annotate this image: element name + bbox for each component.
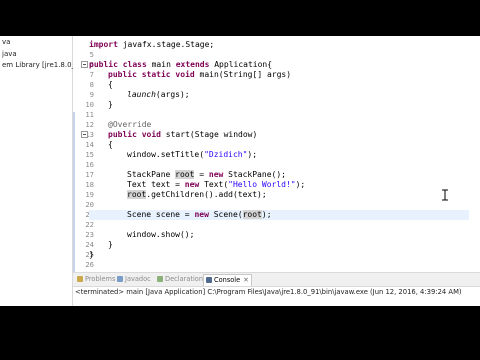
views-tab-bar: Problems Javadoc Declaration Console ✕ (73, 272, 480, 287)
code-editor[interactable]: 5 6 7 8 9 10 11 12 13 14 15 16 17 18 19 … (73, 36, 480, 272)
code-line: root.getChildren().add(text); (127, 190, 267, 199)
fold-collapse-icon[interactable] (81, 131, 88, 138)
explorer-item[interactable]: va (2, 38, 10, 46)
code-line: launch(args); (127, 90, 190, 99)
code-line: StackPane root = new StackPane(); (127, 170, 286, 179)
code-line: Text text = new Text("Hello World!"); (127, 180, 306, 189)
variable-occurrence-highlight: root (175, 170, 195, 179)
code-line: public void start(Stage window) (108, 130, 258, 139)
variable-occurrence-highlight: root (242, 210, 262, 219)
fold-collapse-icon[interactable] (81, 61, 88, 68)
code-line: } (108, 240, 113, 249)
text-cursor-icon (442, 189, 448, 201)
explorer-item[interactable]: java (2, 50, 17, 58)
console-status-text: <terminated> main [Java Application] C:\… (75, 288, 462, 296)
code-text-area[interactable]: import javafx.stage.Stage; public class … (89, 36, 469, 268)
javadoc-icon (117, 276, 123, 282)
tab-console[interactable]: Console ✕ (203, 274, 252, 286)
code-line: public class main extends Application{ (89, 60, 273, 69)
code-line: public static void main(String[] args) (108, 70, 292, 79)
package-explorer: va java em Library [jre1.8.0_91] (0, 36, 87, 306)
close-icon[interactable]: ✕ (243, 276, 249, 284)
console-icon (206, 277, 212, 283)
code-line: import javafx.stage.Stage; (89, 40, 215, 49)
code-line: window.setTitle("Dzidich"); (127, 150, 258, 159)
change-ruler-marker (73, 112, 75, 272)
current-code-line: Scene scene = new Scene(root); (89, 210, 469, 220)
tab-problems[interactable]: Problems (77, 274, 115, 285)
tab-javadoc[interactable]: Javadoc (117, 274, 151, 285)
code-line: { (108, 140, 113, 149)
declaration-icon (157, 276, 163, 282)
code-line: } (89, 250, 94, 259)
problems-icon (77, 276, 83, 282)
variable-occurrence-highlight: root (127, 190, 147, 199)
code-line: window.show(); (127, 230, 195, 239)
code-line: } (108, 100, 113, 109)
code-line: { (108, 80, 113, 89)
code-line: @Override (108, 120, 152, 129)
eclipse-window: va java em Library [jre1.8.0_91] 5 6 7 8… (0, 36, 480, 306)
bottom-views-panel: Problems Javadoc Declaration Console ✕ <t… (73, 272, 480, 306)
tab-declaration[interactable]: Declaration (157, 274, 203, 285)
